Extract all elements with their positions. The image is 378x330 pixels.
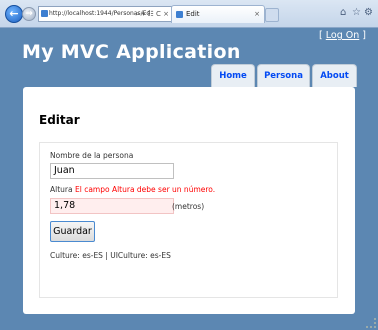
menu-persona[interactable]: Persona — [257, 64, 310, 87]
forward-button[interactable]: → — [22, 7, 36, 21]
close-tab-icon[interactable]: × — [254, 6, 260, 23]
back-arrow-icon: ← — [9, 7, 19, 20]
new-tab-button[interactable] — [265, 8, 279, 22]
menu-about[interactable]: About — [312, 64, 357, 87]
log-on-link[interactable]: Log On — [326, 30, 360, 41]
logon-bracket-open: [ — [319, 30, 326, 41]
resize-grip-icon[interactable] — [366, 318, 376, 328]
address-bar-tools[interactable]: ⌕ ▾ ☷ C × — [136, 7, 169, 21]
name-input[interactable]: Juan — [50, 163, 174, 179]
browser-tab-edit[interactable]: Edit × — [171, 5, 265, 23]
browser-chrome: ← → http://localhost:1944/Personas/Ed ⌕ … — [0, 0, 378, 28]
menu-home[interactable]: Home — [211, 64, 255, 87]
home-icon[interactable]: ⌂ — [340, 7, 346, 19]
height-units: (metros) — [172, 202, 205, 211]
height-validation-error: El campo Altura debe ser un número. — [74, 185, 216, 194]
page-title: Editar — [39, 113, 80, 127]
edit-form: Nombre de la persona Juan Altura El camp… — [39, 142, 338, 298]
logon-bracket-close: ] — [359, 30, 366, 41]
tab-title: Edit — [186, 10, 200, 18]
favorites-star-icon[interactable]: ☆ — [352, 7, 361, 19]
tools-gear-icon[interactable]: ⚙ — [364, 7, 373, 19]
logon-area: [ Log On ] — [319, 30, 366, 41]
height-label: Altura — [50, 185, 73, 194]
page-icon — [41, 10, 48, 17]
forward-arrow-icon: → — [25, 9, 33, 19]
address-bar[interactable]: http://localhost:1944/Personas/Ed ⌕ ▾ ☷ … — [38, 6, 172, 22]
tab-page-icon — [176, 11, 183, 18]
culture-info: Culture: es-ES | UICulture: es-ES — [50, 251, 171, 260]
name-label: Nombre de la persona — [50, 151, 134, 160]
main-content: Editar Nombre de la persona Juan Altura … — [23, 87, 355, 314]
height-label-row: Altura El campo Altura debe ser un númer… — [50, 185, 215, 194]
site-title: My MVC Application — [22, 41, 241, 63]
save-button[interactable]: Guardar — [50, 221, 95, 242]
back-button[interactable]: ← — [5, 5, 23, 23]
height-input[interactable]: 1,78 — [50, 198, 174, 214]
